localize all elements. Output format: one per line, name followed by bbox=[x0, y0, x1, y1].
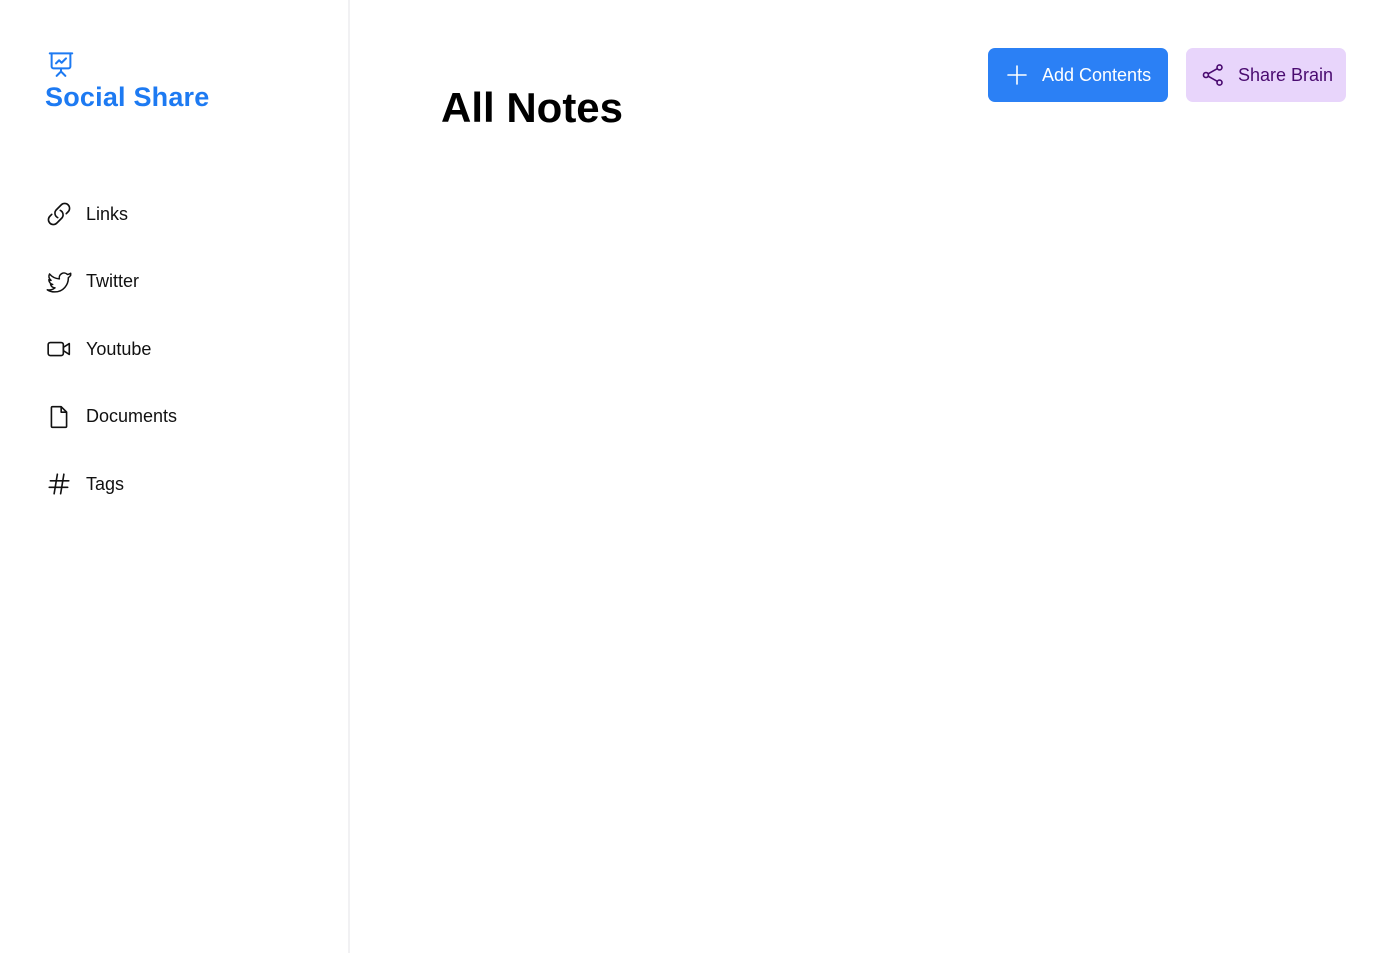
plus-icon bbox=[1004, 62, 1030, 88]
hashtag-icon bbox=[45, 470, 73, 498]
sidebar-item-label: Links bbox=[86, 203, 129, 224]
main-content: All Notes Add Contents Share Brain bbox=[352, 0, 1392, 953]
brand-name: Social Share bbox=[45, 82, 210, 112]
add-contents-button[interactable]: Add Contents bbox=[988, 48, 1168, 102]
sidebar: Social Share Links Twitter Youtube Docum… bbox=[0, 0, 350, 953]
add-contents-label: Add Contents bbox=[1042, 64, 1152, 85]
sidebar-item-twitter[interactable]: Twitter bbox=[45, 264, 325, 300]
share-brain-button[interactable]: Share Brain bbox=[1186, 48, 1346, 102]
presentation-chart-icon bbox=[46, 49, 76, 79]
twitter-icon bbox=[45, 268, 73, 296]
sidebar-item-links[interactable]: Links bbox=[45, 196, 325, 232]
share-brain-label: Share Brain bbox=[1238, 64, 1334, 85]
share-icon bbox=[1200, 62, 1226, 88]
brand[interactable]: Social Share bbox=[45, 49, 209, 113]
video-camera-icon bbox=[45, 335, 73, 363]
page-title: All Notes bbox=[441, 84, 624, 131]
link-icon bbox=[45, 200, 73, 228]
sidebar-item-label: Twitter bbox=[86, 271, 140, 291]
sidebar-item-label: Youtube bbox=[86, 338, 152, 359]
document-icon bbox=[45, 403, 73, 431]
sidebar-item-youtube[interactable]: Youtube bbox=[45, 331, 325, 367]
sidebar-item-label: Documents bbox=[86, 406, 178, 426]
sidebar-item-tags[interactable]: Tags bbox=[45, 466, 325, 502]
sidebar-item-label: Tags bbox=[86, 473, 125, 494]
app-root: Social Share Links Twitter Youtube Docum… bbox=[0, 0, 1392, 953]
sidebar-nav: Links Twitter Youtube Documents Tags bbox=[45, 196, 325, 534]
sidebar-item-documents[interactable]: Documents bbox=[45, 399, 325, 435]
